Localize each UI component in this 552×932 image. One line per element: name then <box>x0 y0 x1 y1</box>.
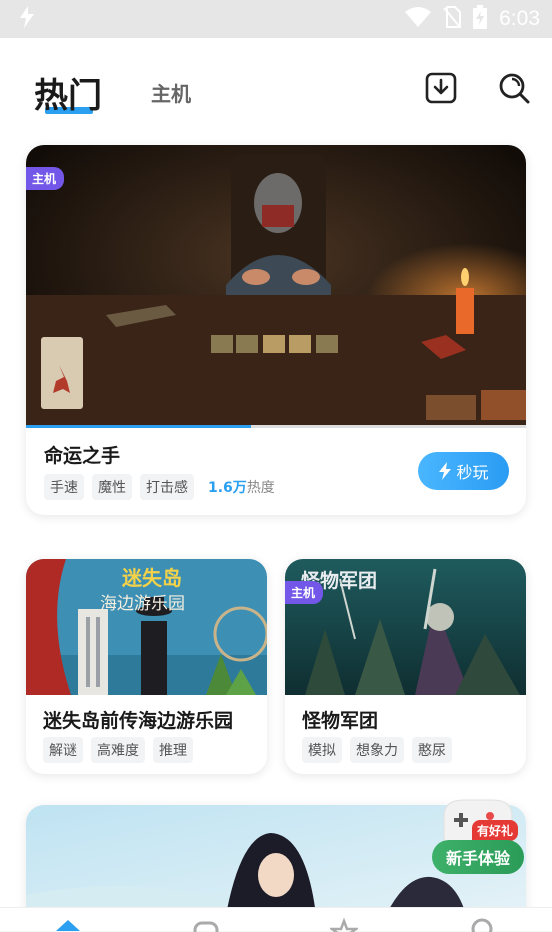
search-icon <box>499 73 530 104</box>
tag: 推理 <box>153 737 193 763</box>
featured-title: 命运之手 <box>44 445 121 467</box>
gamepad-tab-icon <box>193 921 219 932</box>
no-sim-icon <box>443 6 462 32</box>
search-button[interactable] <box>497 71 531 105</box>
featured-banner <box>26 145 526 425</box>
banner-progress-fill <box>26 425 251 428</box>
top-header: 热门 主机 <box>0 38 552 142</box>
heat-label: 热度 <box>246 480 275 496</box>
download-button[interactable] <box>424 71 458 105</box>
star-tab-icon <box>330 917 358 932</box>
instant-play-button[interactable]: 秒玩 <box>418 452 509 490</box>
tag: 手速 <box>44 474 84 500</box>
download-icon <box>425 72 457 104</box>
tag: 解谜 <box>43 737 83 763</box>
tab-home[interactable] <box>54 917 82 932</box>
tab-host[interactable]: 主机 <box>151 78 191 107</box>
profile-tab-icon <box>471 918 493 932</box>
newbie-promo[interactable]: 有好礼 新手体验 <box>430 796 526 888</box>
game-banner: 怪物军团 <box>285 559 526 695</box>
host-badge: 主机 <box>285 581 324 604</box>
game-card[interactable]: 怪物军团 主机 怪物军团 模拟 想象力 憨尿 <box>285 559 526 774</box>
lightning-icon <box>439 462 452 480</box>
game-tags: 模拟 想象力 憨尿 <box>302 737 452 763</box>
home-icon <box>56 920 80 931</box>
featured-game-card[interactable]: 主机 命运之手 手速 魔性 打击感 1.6万热度 秒玩 <box>26 145 526 515</box>
tag: 憨尿 <box>412 737 452 763</box>
newbie-experience-label: 新手体验 <box>432 840 524 874</box>
banner-title-2: 海边游乐园 <box>100 594 185 614</box>
game-title: 怪物军团 <box>302 710 379 732</box>
status-bar: 6:03 <box>0 0 552 38</box>
tag: 魔性 <box>92 474 132 500</box>
game-card[interactable]: 迷失岛 海边游乐园 迷失岛前传海边游乐园 解谜 高难度 推理 <box>26 559 267 774</box>
tag: 高难度 <box>91 737 145 763</box>
gift-badge: 有好礼 <box>472 820 519 841</box>
banner-title-1: 迷失岛 <box>121 566 182 590</box>
tab-profile[interactable] <box>468 917 496 932</box>
game-title: 迷失岛前传海边游乐园 <box>43 710 234 732</box>
tab-games[interactable] <box>192 917 220 932</box>
banner-progress <box>26 425 526 428</box>
host-badge: 主机 <box>26 167 65 190</box>
heat-value: 1.6万 <box>208 480 247 496</box>
featured-tags: 手速 魔性 打击感 1.6万热度 <box>44 474 275 500</box>
battery-charging-icon <box>473 5 488 33</box>
game-tags: 解谜 高难度 推理 <box>43 737 193 763</box>
status-time: 6:03 <box>499 7 540 30</box>
game-banner: 迷失岛 海边游乐园 <box>26 559 267 695</box>
tab-hot[interactable]: 热门 <box>34 68 102 117</box>
tag: 打击感 <box>140 474 194 500</box>
tab-discover[interactable] <box>330 917 358 932</box>
tag: 模拟 <box>302 737 342 763</box>
feed: 主机 命运之手 手速 魔性 打击感 1.6万热度 秒玩 迷失岛 海边游乐园 迷失… <box>0 142 552 915</box>
app-notification-icon <box>18 6 36 32</box>
heat-info: 1.6万热度 <box>208 477 275 497</box>
wifi-icon <box>405 7 432 31</box>
tag: 想象力 <box>350 737 404 763</box>
bottom-tab-bar <box>0 907 552 932</box>
instant-play-label: 秒玩 <box>456 463 489 482</box>
